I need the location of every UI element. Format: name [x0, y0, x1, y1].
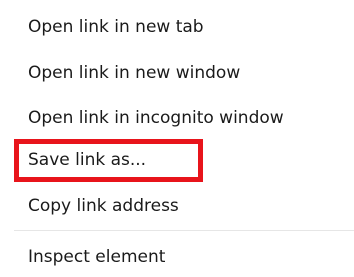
menu-item-copy-link-address[interactable]: Copy link address: [28, 196, 179, 216]
menu-item-open-new-tab[interactable]: Open link in new tab: [28, 17, 204, 37]
menu-item-open-incognito-window[interactable]: Open link in incognito window: [28, 108, 284, 128]
menu-item-inspect-element[interactable]: Inspect element: [28, 247, 165, 267]
menu-separator: [14, 230, 354, 231]
context-menu: Open link in new tab Open link in new wi…: [0, 0, 354, 277]
menu-item-open-new-window[interactable]: Open link in new window: [28, 63, 240, 83]
menu-item-save-link-as[interactable]: Save link as...: [28, 150, 146, 170]
